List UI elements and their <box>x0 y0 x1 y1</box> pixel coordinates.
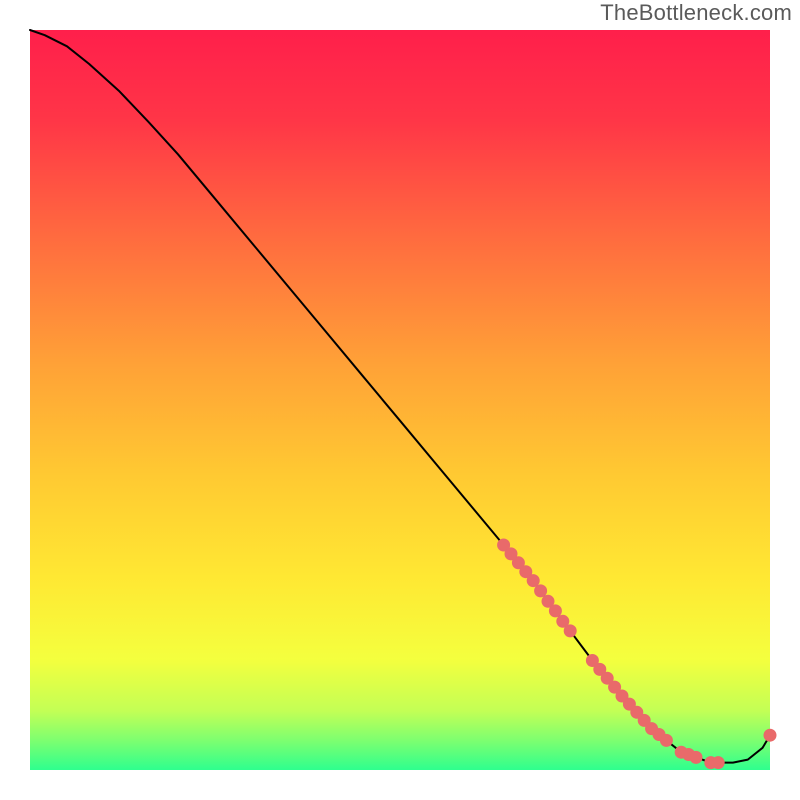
marker-dot <box>764 729 776 741</box>
marker-dot <box>549 605 561 617</box>
marker-dot <box>660 734 672 746</box>
watermark-text: TheBottleneck.com <box>600 0 792 26</box>
marker-dots <box>498 539 776 769</box>
bottleneck-curve <box>30 30 770 763</box>
marker-dot <box>527 575 539 587</box>
marker-dot <box>564 625 576 637</box>
marker-dot <box>535 585 547 597</box>
chart-overlay <box>0 0 800 800</box>
marker-dot <box>690 751 702 763</box>
bottleneck-chart: TheBottleneck.com <box>0 0 800 800</box>
marker-dot <box>712 757 724 769</box>
